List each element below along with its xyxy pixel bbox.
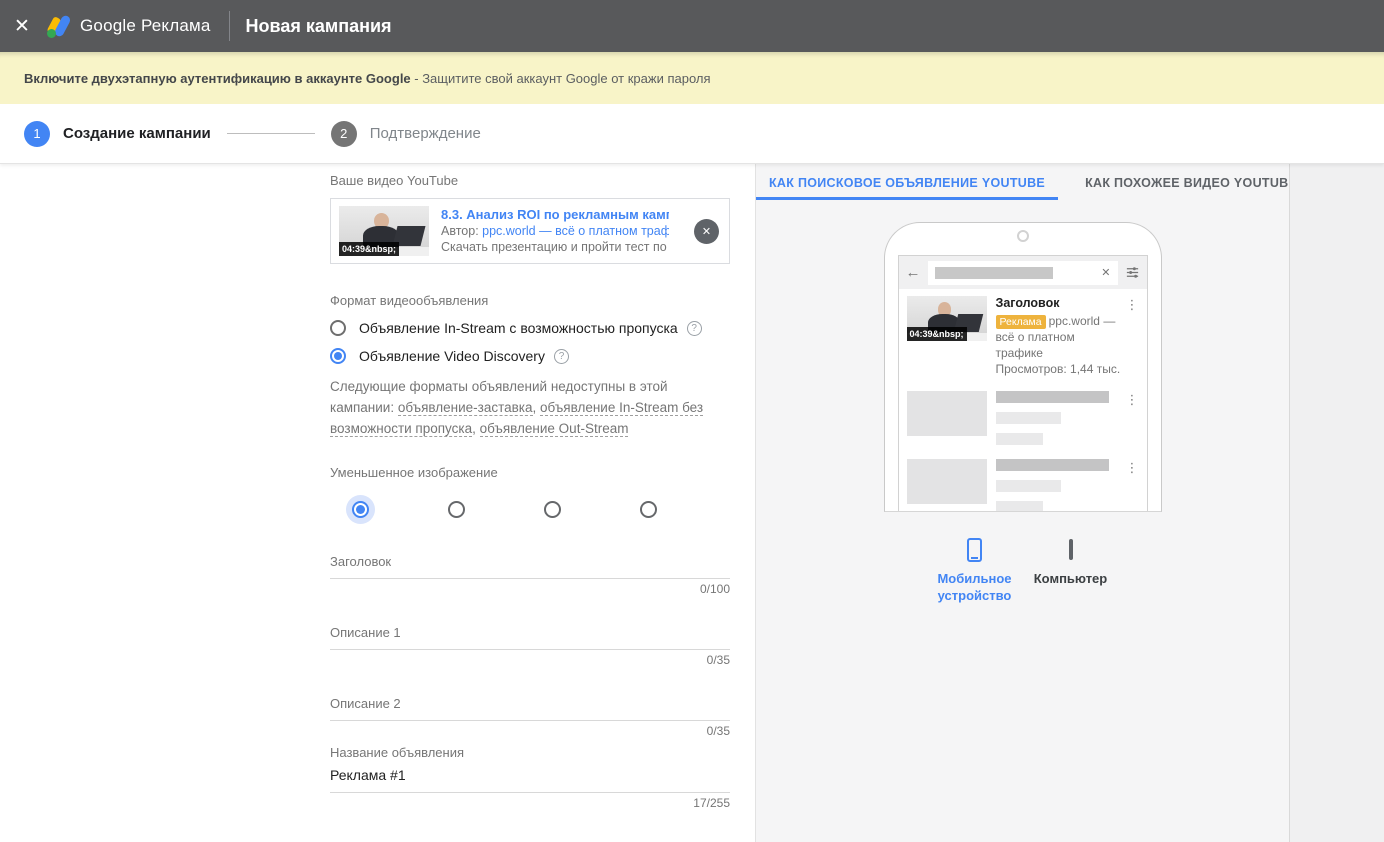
back-arrow-icon: ← [906,264,921,281]
stepper-connector [227,133,315,134]
description2-field: Описание 2 0/35 [330,696,730,738]
description1-field: Описание 1 0/35 [330,625,730,667]
description2-input[interactable] [330,711,730,721]
headline-input[interactable] [330,569,730,579]
video-author-prefix: Автор: [441,224,482,238]
device-desktop[interactable]: Компьютер [1026,538,1116,587]
ad-name-counter: 17/255 [330,797,730,810]
link-bumper-ad[interactable]: объявление-заставка [398,400,533,416]
phone-camera-icon [1017,230,1029,242]
filter-tune-icon [1125,265,1140,280]
ad-badge: Реклама [996,315,1046,329]
more-options-icon: ⋮ [1126,391,1139,445]
app-header: ✕ Google Реклама Новая кампания [0,0,1384,52]
security-notice-banner: Включите двухэтапную аутентификацию в ак… [0,52,1384,104]
headline-label: Заголовок [330,554,730,569]
description2-counter: 0/35 [330,725,730,738]
format-option-video-discovery[interactable]: Объявление Video Discovery ? [330,348,730,364]
result-duration-badge: 04:39&nbsp; [907,327,967,341]
close-icon[interactable]: ✕ [14,15,44,38]
skeleton-result-row: ⋮ [899,384,1147,452]
description1-input[interactable] [330,640,730,650]
page-title: Новая кампания [246,16,392,37]
device-toggle: Мобильное устройство Компьютер [756,538,1289,604]
thumbnail-radio-3[interactable] [544,501,561,518]
youtube-video-card: 04:39&nbsp; 8.3. Анализ ROI по рекламным… [330,198,730,264]
phone-mockup: ← ✕ 04:39&nbsp; Заголовок [884,222,1162,512]
more-options-icon: ⋮ [1126,296,1139,377]
step-1-circle: 1 [24,121,50,147]
phone-screen: ← ✕ 04:39&nbsp; Заголовок [898,255,1148,511]
preview-searchbar: ← ✕ [899,256,1147,289]
skeleton-result-row: ⋮ [899,452,1147,511]
video-title-link[interactable]: 8.3. Анализ ROI по рекламным камп… [441,207,669,223]
format-section-label: Формат видеообъявления [330,293,730,308]
step-campaign-creation[interactable]: 1 Создание кампании [24,121,211,147]
ad-name-label: Название объявления [330,745,730,760]
notice-bold-text: Включите двухэтапную аутентификацию в ак… [24,71,411,86]
description1-counter: 0/35 [330,654,730,667]
tab-related-video-youtube[interactable]: КАК ПОХОЖЕЕ ВИДЕО YOUTUBE [1072,164,1310,200]
google-ads-logo [44,15,71,38]
help-icon[interactable]: ? [554,349,569,364]
format-option-instream[interactable]: Объявление In-Stream с возможностью проп… [330,320,730,336]
thumbnail-radio-4[interactable] [640,501,657,518]
desktop-monitor-icon [1069,541,1073,559]
search-input-placeholder: ✕ [928,261,1118,285]
video-duration-badge: 04:39&nbsp; [339,242,399,256]
device-mobile[interactable]: Мобильное устройство [930,538,1020,604]
video-description: Скачать презентацию и пройти тест по … [441,239,669,255]
notice-rest-text: - Защитите свой аккаунт Google от кражи … [411,71,711,86]
more-options-icon: ⋮ [1126,459,1139,511]
result-title: Заголовок [996,296,1126,311]
help-icon[interactable]: ? [687,321,702,336]
mobile-phone-icon [967,538,982,562]
clear-search-icon: ✕ [1101,266,1110,279]
campaign-stepper: 1 Создание кампании 2 Подтверждение [0,104,1384,164]
headline-field: Заголовок 0/100 [330,554,730,596]
step-1-label: Создание кампании [63,125,211,142]
ad-name-field: Название объявления Реклама #1 17/255 [330,745,730,810]
search-query-placeholder [935,267,1053,279]
unavailable-formats-text: Следующие форматы объявлений недоступны … [330,376,730,439]
headline-counter: 0/100 [330,583,730,596]
step-2-circle: 2 [331,121,357,147]
ad-form-area: Ваше видео YouTube 04:39&nbsp; 8.3. Анал… [0,164,755,842]
video-section-label: Ваше видео YouTube [330,173,730,188]
header-divider [229,11,230,41]
thumbnail-section-label: Уменьшенное изображение [330,465,730,480]
video-thumbnail: 04:39&nbsp; [339,206,429,256]
radio-selected-icon[interactable] [330,348,346,364]
right-gutter [1289,164,1384,842]
tab-search-ad-youtube[interactable]: КАК ПОИСКОВОЕ ОБЪЯВЛЕНИЕ YOUTUBE [756,164,1058,200]
step-confirmation[interactable]: 2 Подтверждение [331,121,481,147]
remove-video-button[interactable]: ✕ [694,219,719,244]
ad-name-input[interactable]: Реклама #1 [330,760,730,793]
video-channel-link[interactable]: ppc.world — всё о платном трафи… [482,224,669,238]
thumbnail-radios [330,501,730,518]
logo-green-dot [47,29,56,38]
description2-label: Описание 2 [330,696,730,711]
ad-result-row: 04:39&nbsp; Заголовок Рекламаppc.world —… [899,289,1147,384]
result-thumbnail: 04:39&nbsp; [907,296,987,341]
link-outstream[interactable]: объявление Out-Stream [480,421,629,437]
description1-label: Описание 1 [330,625,730,640]
preview-tabs: КАК ПОИСКОВОЕ ОБЪЯВЛЕНИЕ YOUTUBE КАК ПОХ… [756,164,1289,200]
ad-preview-panel: КАК ПОИСКОВОЕ ОБЪЯВЛЕНИЕ YOUTUBE КАК ПОХ… [755,164,1289,842]
brand-name: Google Реклама [80,16,211,36]
result-views: Просмотров: 1,44 тыс. [996,361,1126,377]
thumbnail-radio-2[interactable] [448,501,465,518]
thumbnail-radio-1[interactable] [352,501,369,518]
step-2-label: Подтверждение [370,125,481,142]
radio-unselected-icon[interactable] [330,320,346,336]
